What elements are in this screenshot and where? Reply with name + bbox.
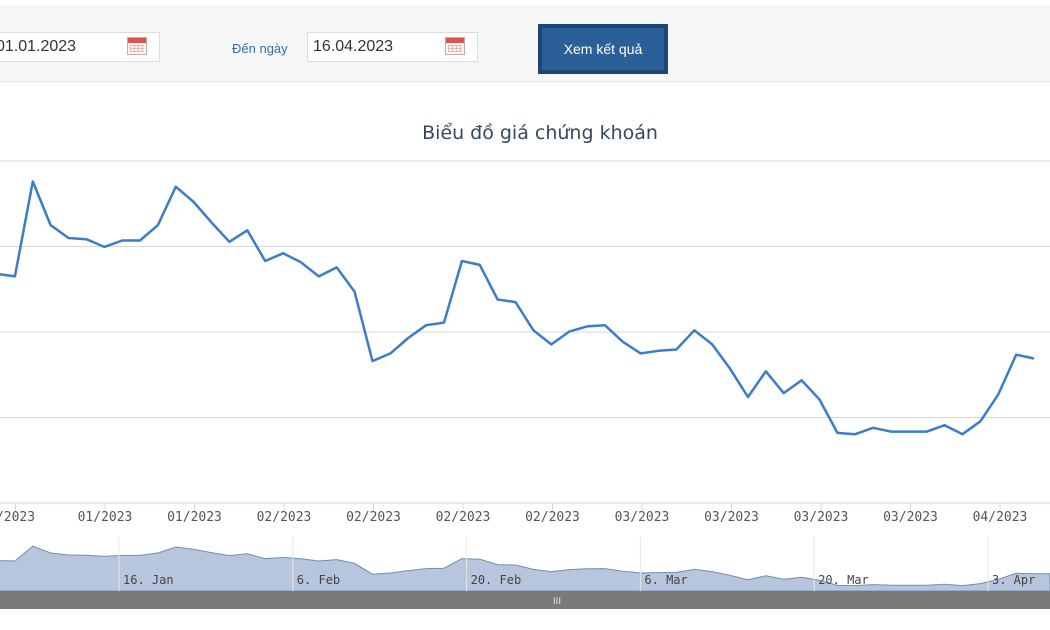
x-tick-label: 03/2023 <box>704 510 759 525</box>
price-series-line <box>0 180 1035 436</box>
navigator-label: 20. Mar <box>818 573 869 587</box>
navigator-label: 3. Apr <box>992 573 1035 587</box>
navigator-label: 16. Jan <box>123 573 174 587</box>
x-tick-label: 02/2023 <box>436 510 491 525</box>
x-tick-label: 04/2023 <box>973 510 1028 525</box>
grid-lines <box>0 160 1050 418</box>
x-tick-label: 01/2023 <box>78 510 133 525</box>
x-tick-label: 02/2023 <box>257 510 312 525</box>
navigator-label: 6. Feb <box>297 573 340 587</box>
series-layer <box>0 180 1035 436</box>
navigator-label: 20. Feb <box>471 573 522 587</box>
scrollbar-grip-icon[interactable]: III <box>553 597 561 607</box>
x-tick-label: 02/2023 <box>346 510 401 525</box>
x-tick-label: 03/2023 <box>615 510 670 525</box>
navigator-label: 6. Mar <box>644 573 687 587</box>
x-tick-label: /2023 <box>0 510 35 525</box>
scrollbar-track <box>0 591 1050 609</box>
x-tick-label: 03/2023 <box>794 510 849 525</box>
x-axis: /2023 01/2023 01/2023 02/2023 02/2023 02/2023… <box>0 502 1050 525</box>
navigator[interactable]: 16. Jan 6. Feb 20. Feb 6. Mar 20. Mar 3. Apr <box>0 537 1050 592</box>
x-tick-label: 03/2023 <box>883 510 938 525</box>
scrollbar[interactable]: III <box>0 591 1050 609</box>
stock-price-chart: /2023 01/2023 01/2023 02/2023 02/2023 02/2023… <box>0 160 1050 609</box>
x-tick-label: 02/2023 <box>525 510 580 525</box>
x-tick-label: 01/2023 <box>167 510 222 525</box>
